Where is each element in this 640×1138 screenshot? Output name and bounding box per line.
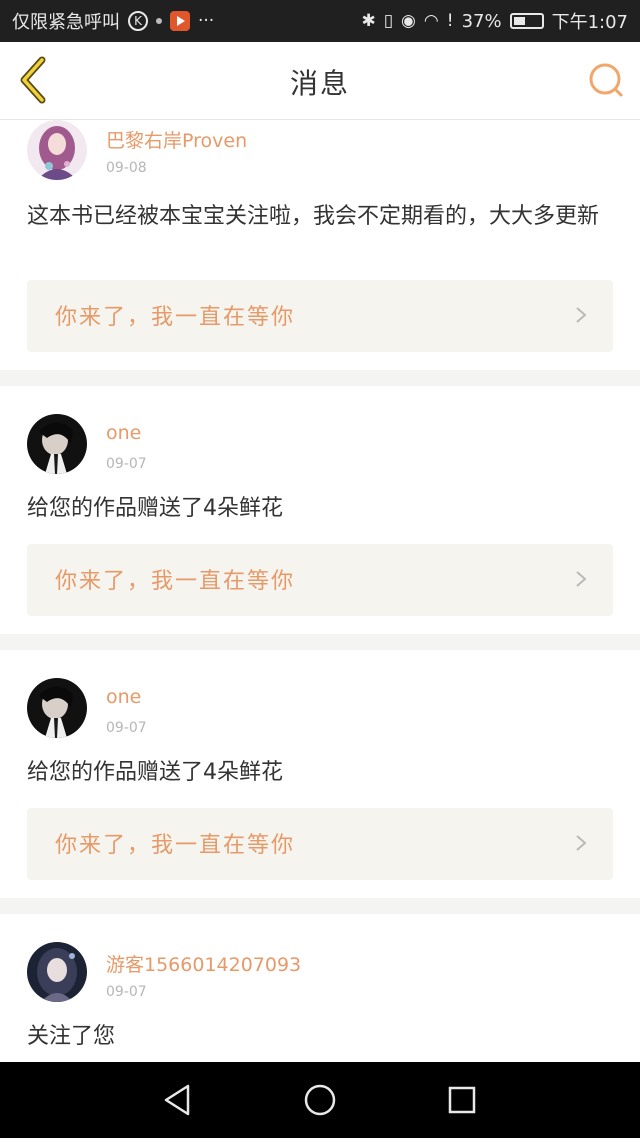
message-card: one 09-07 给您的作品赠送了4朵鲜花 你来了，我一直在等你	[0, 650, 640, 898]
vibrate-icon: ▯	[383, 11, 394, 31]
message-text: 给您的作品赠送了4朵鲜花	[27, 496, 283, 521]
sender-name[interactable]: 游客1566014207093	[106, 950, 301, 977]
chevron-right-icon	[576, 835, 587, 851]
system-nav-bar	[0, 1062, 640, 1138]
reply-button[interactable]: 你来了，我一直在等你	[27, 544, 613, 616]
message-list[interactable]: 巴黎右岸Proven 09-08 这本书已经被本宝宝关注啦，我会不定期看的，大大…	[0, 120, 640, 1062]
circle-home-icon[interactable]	[302, 1082, 338, 1118]
message-card: one 09-07 给您的作品赠送了4朵鲜花 你来了，我一直在等你	[0, 386, 640, 634]
avatar[interactable]	[27, 678, 87, 738]
carrier-text: 仅限紧急呼叫	[12, 12, 120, 33]
wifi-icon: ◠	[423, 11, 439, 31]
message-date: 09-08	[106, 160, 147, 176]
reply-text: 你来了，我一直在等你	[55, 569, 296, 594]
message-card: 游客1566014207093 09-07 关注了您	[0, 914, 640, 1062]
chevron-right-icon	[576, 571, 587, 587]
chevron-right-icon	[576, 307, 587, 323]
status-bar: 仅限紧急呼叫 K ··· ✱ ▯ ◉ ◠ ! 37% 下午1:07	[0, 0, 640, 42]
square-recents-icon[interactable]	[444, 1082, 480, 1118]
battery-percent: 37%	[461, 10, 502, 32]
eye-icon: ◉	[401, 11, 416, 31]
message-text: 关注了您	[27, 1024, 116, 1049]
battery-icon	[509, 13, 544, 29]
message-date: 09-07	[106, 720, 147, 736]
clock: 下午1:07	[551, 12, 628, 33]
reply-button[interactable]: 你来了，我一直在等你	[27, 280, 613, 352]
message-card: 巴黎右岸Proven 09-08 这本书已经被本宝宝关注啦，我会不定期看的，大大…	[0, 120, 640, 370]
avatar[interactable]	[27, 120, 87, 180]
message-date: 09-07	[106, 984, 147, 1000]
app-header: 消息	[0, 42, 640, 120]
video-app-icon	[170, 11, 190, 31]
message-text: 给您的作品赠送了4朵鲜花	[27, 760, 283, 785]
page-title: 消息	[289, 67, 350, 100]
reply-text: 你来了，我一直在等你	[55, 305, 296, 330]
avatar[interactable]	[27, 942, 87, 1002]
search-icon	[589, 63, 623, 97]
k-badge-icon: K	[128, 11, 148, 31]
more-notifications-text: ···	[198, 11, 215, 31]
message-date: 09-07	[106, 456, 147, 472]
alert-icon: !	[446, 11, 454, 31]
search-button[interactable]	[586, 60, 626, 100]
sender-name[interactable]: 巴黎右岸Proven	[106, 126, 247, 153]
sender-name[interactable]: one	[106, 422, 141, 444]
avatar[interactable]	[27, 414, 87, 474]
message-text: 这本书已经被本宝宝关注啦，我会不定期看的，大大多更新	[27, 204, 600, 229]
sender-name[interactable]: one	[106, 686, 141, 708]
bluetooth-icon: ✱	[361, 11, 376, 31]
dot-icon	[156, 18, 162, 24]
triangle-back-icon[interactable]	[160, 1082, 196, 1118]
reply-button[interactable]: 你来了，我一直在等你	[27, 808, 613, 880]
reply-text: 你来了，我一直在等你	[55, 833, 296, 858]
